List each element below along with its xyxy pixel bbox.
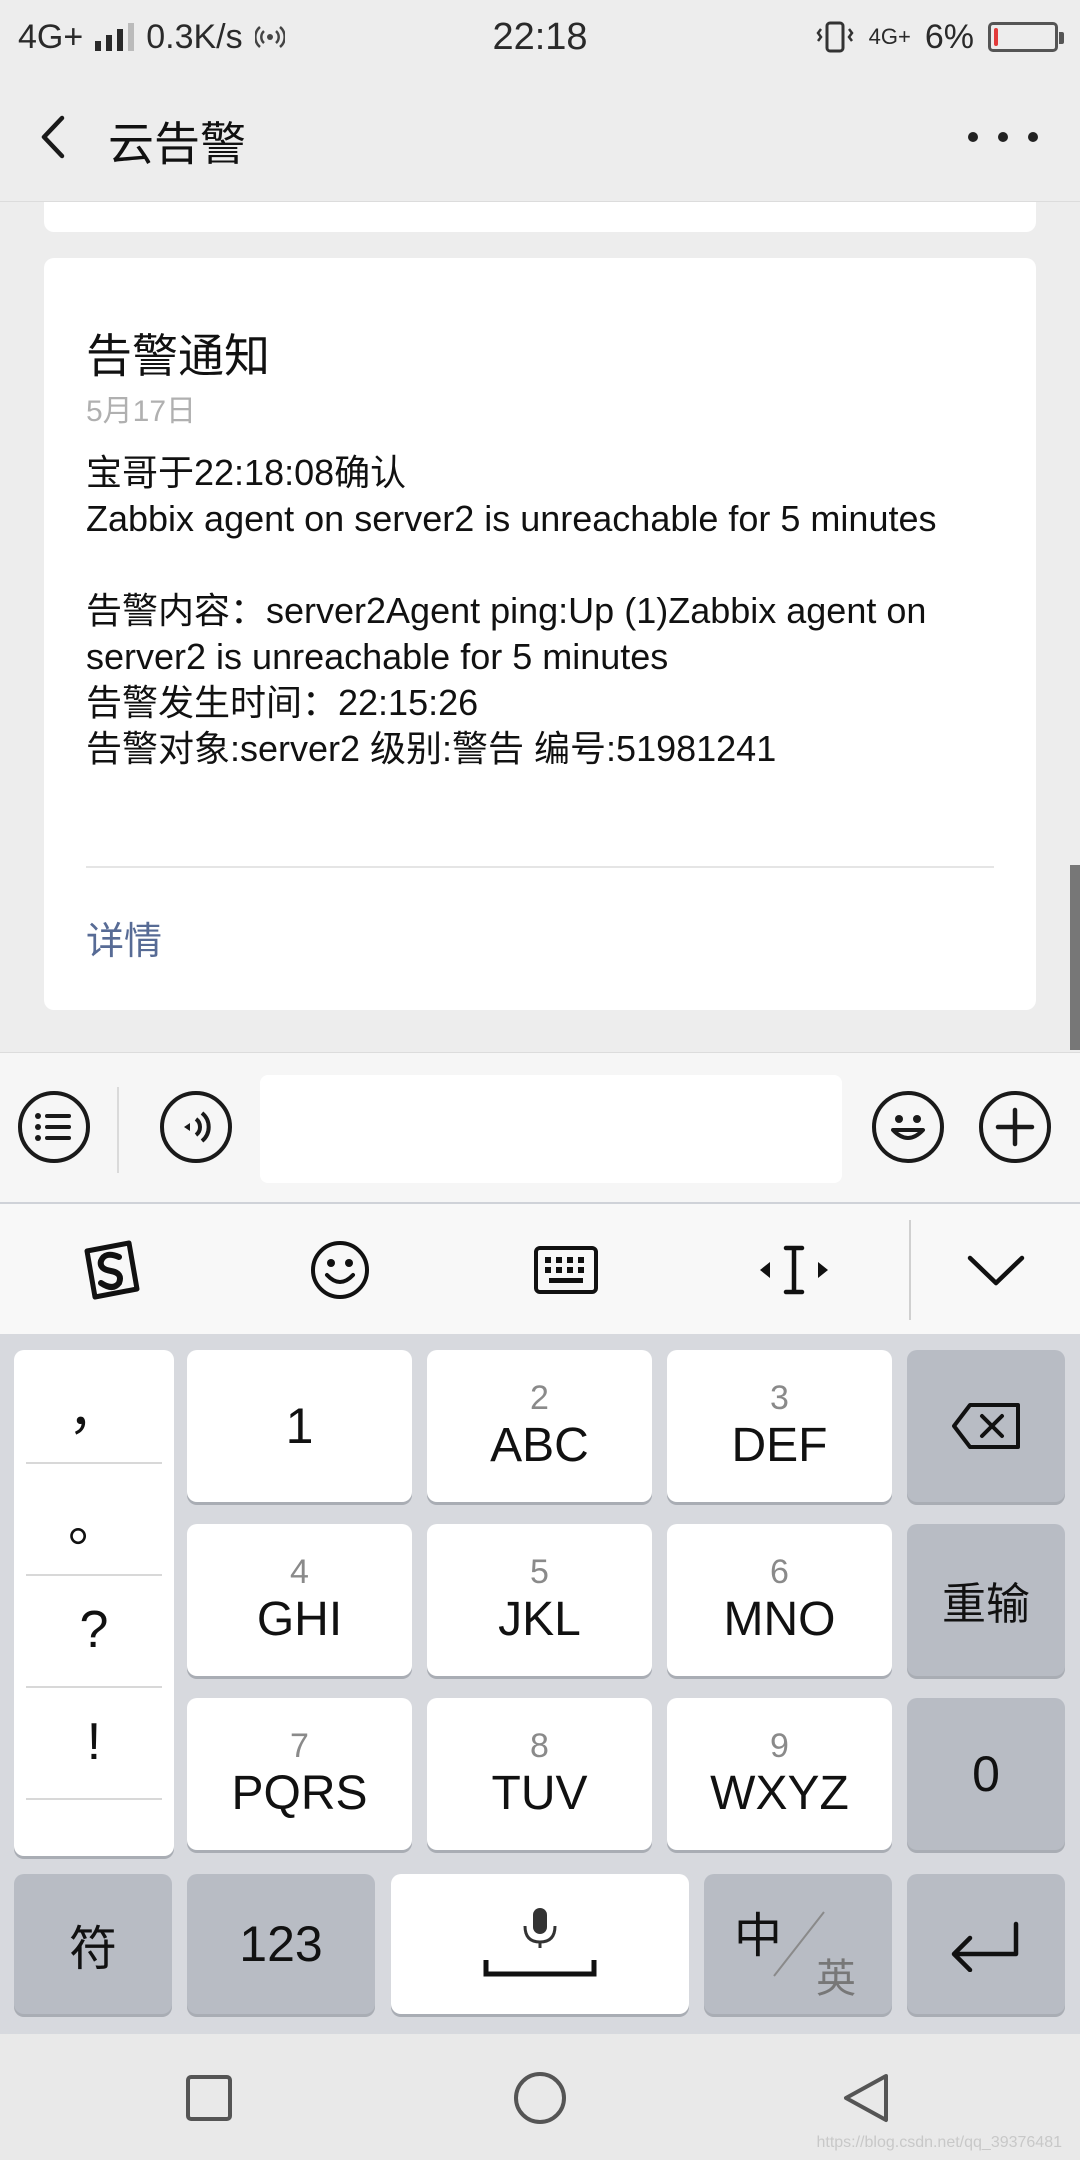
menu-list-icon[interactable] [18, 1091, 90, 1163]
punct-period-key[interactable]: 。 [26, 1462, 162, 1574]
numbers-key[interactable]: 123 [187, 1874, 375, 2014]
key-1-label: 1 [285, 1398, 314, 1454]
alert-time: 告警发生时间：22:15:26 [86, 682, 479, 723]
title-bar: 云告警 [0, 74, 1080, 202]
key-3-def[interactable]: 3 DEF [667, 1350, 892, 1502]
vibrate-icon [816, 21, 854, 53]
more-options-icon[interactable] [968, 122, 1038, 152]
backspace-key[interactable] [907, 1350, 1065, 1502]
microphone-space-icon [483, 1908, 597, 1977]
previous-message-card [44, 202, 1036, 232]
keyboard-layout-icon[interactable] [526, 1230, 606, 1310]
key-2-abc[interactable]: 2 ABC [427, 1350, 652, 1502]
punct-comma-key[interactable]: ， [26, 1350, 162, 1462]
add-more-icon[interactable] [979, 1091, 1051, 1163]
emoji-icon[interactable] [872, 1091, 944, 1163]
recent-apps-square-icon[interactable] [185, 2074, 233, 2122]
backspace-icon [952, 1403, 1020, 1449]
alert-content: 告警内容：server2Agent ping:Up (1)Zabbix agen… [86, 590, 927, 677]
key-9-wxyz[interactable]: 9 WXYZ [667, 1698, 892, 1850]
battery-icon [988, 22, 1064, 52]
key-0[interactable]: 0 [907, 1698, 1065, 1850]
punct-exclaim-key[interactable]: ! [26, 1686, 162, 1798]
card-date: 5月17日 [86, 395, 197, 428]
keyboard-toolbar [0, 1202, 1080, 1334]
alert-message-card[interactable]: 告警通知 5月17日 宝哥于22:18:08确认 Zabbix agent on… [44, 258, 1036, 1010]
symbols-key[interactable]: 符 [14, 1874, 172, 2014]
key-6-mno[interactable]: 6 MNO [667, 1524, 892, 1676]
status-right: 4G+ 6% [815, 17, 1064, 57]
battery-fill [994, 28, 998, 46]
lang-en-label: 英 [816, 1957, 856, 2001]
space-key[interactable] [391, 1874, 689, 2014]
home-circle-icon[interactable] [512, 2070, 568, 2126]
key-5-jkl[interactable]: 5 JKL [427, 1524, 652, 1676]
key-8-tuv[interactable]: 8 TUV [427, 1698, 652, 1850]
key-1[interactable]: 1 [187, 1350, 412, 1502]
hide-keyboard-chevron-down-icon[interactable] [956, 1230, 1036, 1310]
key-7-pqrs[interactable]: 7 PQRS [187, 1698, 412, 1850]
battery-percent: 6% [924, 17, 974, 56]
voice-input-icon[interactable] [160, 1091, 232, 1163]
nine-key-keyboard: ， 。 ? ! 1 2 ABC 3 DEF 4 GHI 5 JKL 6 MNO [0, 1334, 1080, 2034]
sogou-logo-icon[interactable] [72, 1230, 152, 1310]
back-triangle-icon[interactable] [840, 2072, 892, 2124]
status-bar: 4G+ 0.3K/s 22:18 4G+ 6% [0, 0, 1080, 74]
key-4-ghi[interactable]: 4 GHI [187, 1524, 412, 1676]
reenter-key[interactable]: 重输 [907, 1524, 1065, 1676]
message-input-bar [0, 1052, 1080, 1202]
card-title: 告警通知 [86, 330, 270, 382]
toolbar-separator [909, 1220, 911, 1320]
emoji-keyboard-icon[interactable] [300, 1230, 380, 1310]
network-type-right: 4G+ [868, 24, 911, 49]
enter-arrow-icon [951, 1921, 1019, 1972]
confirm-line: 宝哥于22:18:08确认 [86, 452, 407, 493]
input-bar-separator [117, 1087, 119, 1173]
language-switch-key[interactable]: 中 英 [704, 1874, 892, 2014]
system-navigation-bar: https://blog.csdn.net/qq_39376481 [0, 2034, 1080, 2160]
cursor-move-icon[interactable] [754, 1230, 834, 1310]
card-divider [86, 866, 994, 868]
detail-link[interactable]: 详情 [86, 910, 162, 965]
card-body: 宝哥于22:18:08确认 Zabbix agent on server2 is… [86, 450, 986, 772]
punct-question-key[interactable]: ? [26, 1574, 162, 1686]
alert-target: 告警对象:server2 级别:警告 编号:51981241 [86, 728, 777, 769]
back-arrow-icon[interactable] [32, 112, 82, 162]
punctuation-column[interactable]: ， 。 ? ! [14, 1350, 174, 1856]
enter-key[interactable] [907, 1874, 1065, 2014]
summary-line: Zabbix agent on server2 is unreachable f… [86, 498, 937, 539]
watermark-text: https://blog.csdn.net/qq_39376481 [816, 2134, 1062, 2151]
page-title: 云告警 [108, 118, 246, 170]
message-text-input[interactable] [260, 1075, 842, 1183]
scrollbar[interactable] [1070, 865, 1080, 1050]
